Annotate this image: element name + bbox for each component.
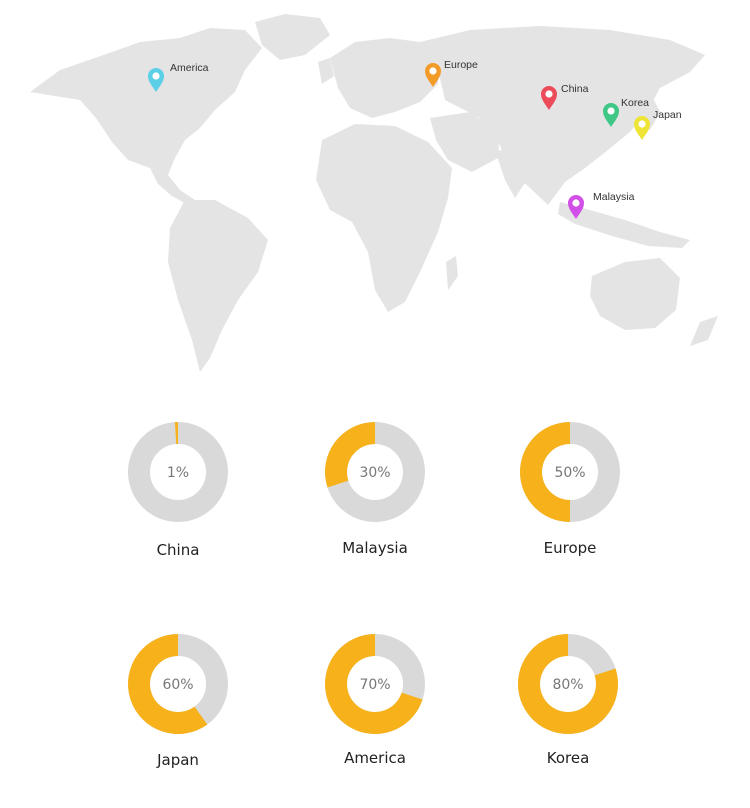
continent-africa xyxy=(316,124,452,312)
category-label: Europe xyxy=(543,539,597,557)
donut-america: 70% xyxy=(325,634,425,734)
pin-label-korea: Korea xyxy=(621,97,649,109)
map-marker-icon xyxy=(634,116,650,140)
category-label: America xyxy=(344,749,406,767)
donut-europe: 50% xyxy=(520,422,620,522)
donut-malaysia: 30% xyxy=(325,422,425,522)
percent-label: 1% xyxy=(167,465,189,481)
percent-label: 70% xyxy=(359,677,390,693)
continent-madagascar xyxy=(446,256,458,290)
pin-label-china: China xyxy=(561,83,589,95)
world-map: America Europe China Korea Japan Malaysia xyxy=(30,14,718,372)
continent-south-america xyxy=(168,200,268,372)
continent-greenland xyxy=(255,14,330,60)
category-label: Japan xyxy=(157,751,199,769)
pin-label-malaysia: Malaysia xyxy=(593,191,635,203)
continent-australia xyxy=(590,258,680,330)
pin-label-japan: Japan xyxy=(653,109,682,121)
category-label: China xyxy=(156,541,200,559)
percent-label: 80% xyxy=(552,677,583,693)
donut-korea: 80% xyxy=(518,634,618,734)
continent-new-zealand xyxy=(690,316,718,346)
percent-label: 50% xyxy=(554,465,585,481)
continent-europe xyxy=(330,38,440,118)
percent-label: 60% xyxy=(162,677,193,693)
category-label: Malaysia xyxy=(342,539,408,557)
pin-label-america: America xyxy=(170,62,209,74)
continent-north-america xyxy=(30,28,262,175)
category-label: Korea xyxy=(546,749,590,767)
percent-label: 30% xyxy=(359,465,390,481)
donut-china: 1% xyxy=(128,422,228,522)
pin-label-europe: Europe xyxy=(444,59,478,71)
continent-india xyxy=(495,150,530,198)
donut-japan: 60% xyxy=(128,634,228,734)
